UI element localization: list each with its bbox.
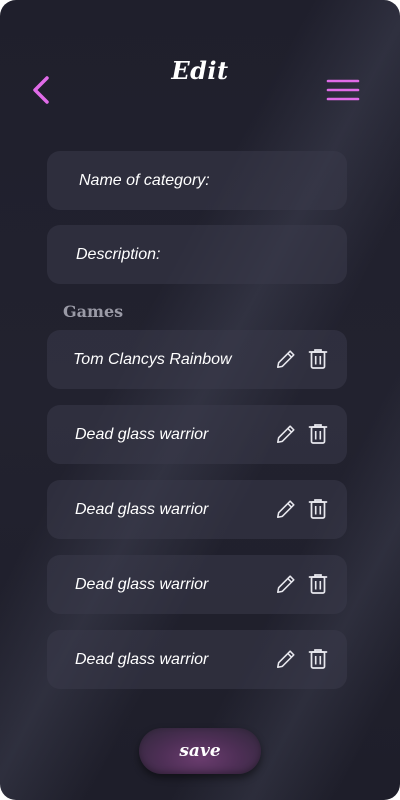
game-name: Dead glass warrior	[75, 650, 209, 668]
game-name: Dead glass warrior	[75, 500, 209, 518]
pencil-icon	[276, 575, 295, 594]
pencil-icon	[276, 650, 295, 669]
trash-icon	[308, 574, 328, 594]
edit-game-button[interactable]	[275, 348, 297, 370]
edit-game-button[interactable]	[275, 498, 297, 520]
hamburger-menu-icon	[326, 79, 360, 101]
edit-category-screen: Edit Name of category: Description: Game…	[0, 0, 400, 800]
edit-game-button[interactable]	[275, 573, 297, 595]
pencil-icon	[276, 350, 295, 369]
game-row: Dead glass warrior	[47, 555, 347, 614]
category-name-label: Name of category:	[79, 171, 210, 189]
trash-icon	[308, 424, 328, 444]
delete-game-button[interactable]	[308, 348, 328, 370]
game-name: Tom Clancys Rainbow	[73, 350, 232, 368]
delete-game-button[interactable]	[308, 573, 328, 595]
description-label: Description:	[76, 245, 161, 263]
trash-icon	[308, 649, 328, 669]
trash-icon	[308, 499, 328, 519]
trash-icon	[308, 349, 328, 369]
save-button[interactable]: save	[139, 728, 261, 774]
game-row: Dead glass warrior	[47, 480, 347, 539]
edit-game-button[interactable]	[275, 423, 297, 445]
game-row: Tom Clancys Rainbow	[47, 330, 347, 389]
games-section-label: Games	[63, 302, 124, 321]
delete-game-button[interactable]	[308, 423, 328, 445]
game-name: Dead glass warrior	[75, 575, 209, 593]
edit-game-button[interactable]	[275, 648, 297, 670]
game-row: Dead glass warrior	[47, 405, 347, 464]
delete-game-button[interactable]	[308, 498, 328, 520]
game-row: Dead glass warrior	[47, 630, 347, 689]
pencil-icon	[276, 500, 295, 519]
category-name-field[interactable]: Name of category:	[47, 151, 347, 210]
pencil-icon	[276, 425, 295, 444]
game-name: Dead glass warrior	[75, 425, 209, 443]
delete-game-button[interactable]	[308, 648, 328, 670]
menu-button[interactable]	[326, 78, 360, 104]
description-field[interactable]: Description:	[47, 225, 347, 284]
